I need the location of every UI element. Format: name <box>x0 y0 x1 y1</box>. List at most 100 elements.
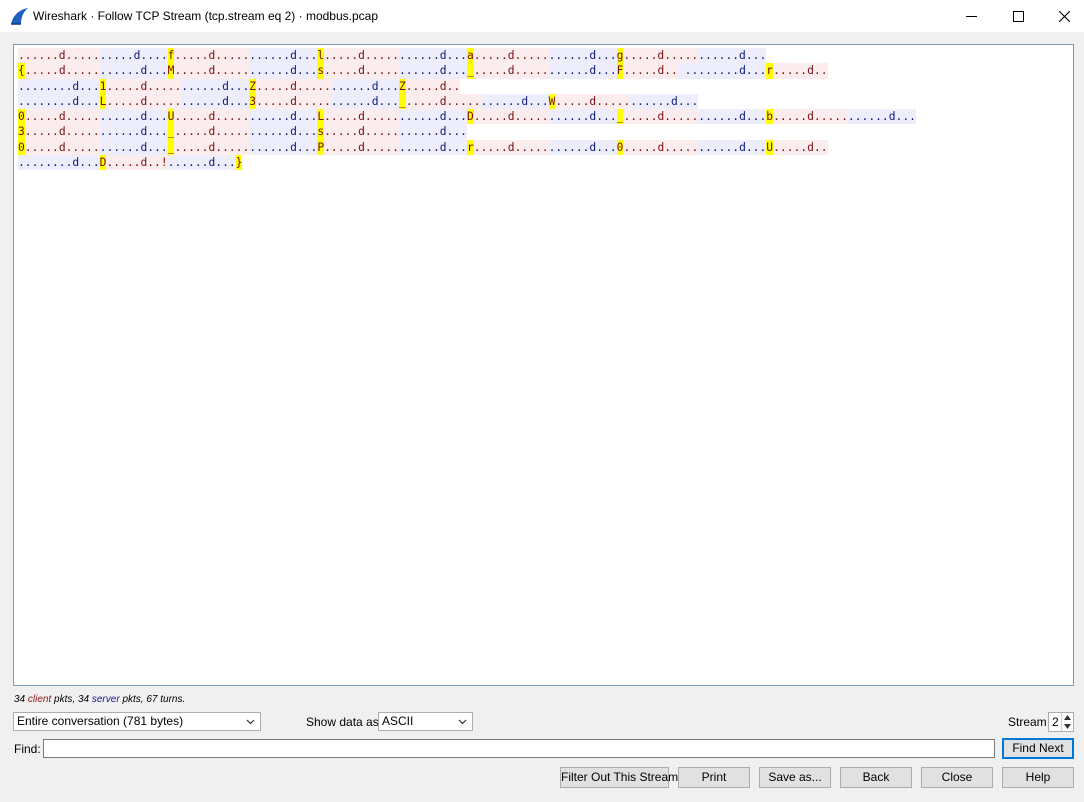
flag-char: g <box>616 48 624 64</box>
server-segment: ........d... <box>677 63 767 79</box>
client-segment: .....d..... <box>623 109 699 125</box>
client-suffix: pkts, <box>54 694 76 705</box>
client-word: client <box>27 694 52 705</box>
client-segment: .....d..... <box>24 63 100 79</box>
client-segment: ......d..... <box>18 48 100 64</box>
client-segment: .....d..... <box>324 139 399 156</box>
back-button[interactable]: Back <box>840 767 912 788</box>
flag-char: 0 <box>18 139 25 156</box>
client-segment: .....d..... <box>174 139 250 156</box>
chevron-down-icon <box>246 719 255 725</box>
stream-text: ......d..........d....f.....d...........… <box>18 48 916 171</box>
server-segment: ......d... <box>249 63 318 79</box>
client-segment: .....d..... <box>174 63 250 79</box>
wireshark-fin-icon <box>11 8 28 25</box>
flag-char: { <box>18 63 25 79</box>
server-segment: ......d... <box>847 109 916 125</box>
flag-char: a <box>466 48 474 64</box>
print-button[interactable]: Print <box>678 767 750 788</box>
conversation-select-value: Entire conversation (781 bytes) <box>17 714 184 728</box>
client-segment: .....d..... <box>473 139 549 156</box>
server-segment: ......d... <box>548 109 617 125</box>
stream-line: 0.....d...........d...U.....d...........… <box>18 109 916 125</box>
server-segment: ......d... <box>330 93 399 110</box>
server-count: 34 <box>77 694 90 705</box>
server-segment: ......d... <box>480 93 549 110</box>
server-segment: ......d... <box>99 63 168 79</box>
server-segment: ......d... <box>398 139 467 156</box>
minimize-button[interactable] <box>948 0 994 32</box>
flag-char: 0 <box>18 109 25 125</box>
flag-char: D <box>99 155 107 171</box>
flag-char: L <box>99 93 107 110</box>
client-segment: .....d..... <box>324 48 399 64</box>
server-segment: ......d... <box>249 48 318 64</box>
show-data-select-value: ASCII <box>382 714 414 728</box>
flag-char: L <box>317 109 325 125</box>
flag-char: _ <box>398 93 406 110</box>
client-segment: .....d..... <box>24 139 100 156</box>
flag-char: f <box>167 48 175 64</box>
conversation-select[interactable]: Entire conversation (781 bytes) <box>13 712 261 731</box>
help-button[interactable]: Help <box>1002 767 1074 788</box>
maximize-icon <box>1012 10 1024 22</box>
flag-char: D <box>466 109 474 125</box>
stream-spinbox[interactable]: 2 <box>1048 712 1074 732</box>
server-segment: ......d... <box>398 109 467 125</box>
server-segment: ......d... <box>548 139 617 156</box>
server-segment: ......d... <box>548 63 617 79</box>
server-segment: ......d... <box>181 78 250 94</box>
client-segment: .....d.. <box>405 78 461 94</box>
stream-line: 0.....d...........d..._.....d...........… <box>18 139 916 156</box>
flag-char: r <box>466 139 474 156</box>
flag-char: W <box>548 93 556 110</box>
maximize-button[interactable] <box>995 0 1041 32</box>
client-segment: .....d..... <box>555 93 631 110</box>
filter-out-stream-button[interactable]: Filter Out This Stream <box>560 767 678 788</box>
stream-line: ........d...D.....d..!......d...} <box>18 155 916 171</box>
stream-content-area[interactable]: ......d..........d....f.....d...........… <box>13 44 1074 686</box>
find-input[interactable] <box>43 739 995 758</box>
server-word: server <box>91 694 120 705</box>
server-segment: ......d... <box>398 63 467 79</box>
show-data-select[interactable]: ASCII <box>378 712 473 731</box>
client-segment: .....d..... <box>174 48 250 64</box>
server-segment: ......d... <box>99 124 168 140</box>
spin-arrows[interactable] <box>1061 713 1073 731</box>
client-segment: .....d..... <box>174 109 250 125</box>
server-segment: ......d... <box>249 139 318 156</box>
flag-char: U <box>766 139 774 156</box>
save-as-button[interactable]: Save as... <box>759 767 831 788</box>
close-button[interactable]: Close <box>921 767 993 788</box>
client-segment: .....d..! <box>106 155 168 171</box>
flag-char: F <box>616 63 624 79</box>
server-segment: ......d... <box>167 155 236 171</box>
flag-char: M <box>167 63 175 79</box>
client-segment: .....d..... <box>405 93 481 110</box>
client-segment: .....d..... <box>623 139 699 156</box>
client-segment: .....d..... <box>106 93 182 110</box>
spin-up-icon[interactable] <box>1064 715 1071 720</box>
flag-char: b <box>766 109 774 125</box>
client-segment: .....d..... <box>473 109 549 125</box>
window-title: Wireshark · Follow TCP Stream (tcp.strea… <box>33 9 378 23</box>
server-segment: ......d... <box>398 48 467 64</box>
flag-char: 3 <box>249 93 257 110</box>
close-icon <box>1058 10 1070 22</box>
flag-char: 0 <box>616 139 624 156</box>
client-segment: .....d..... <box>324 109 399 125</box>
close-window-button[interactable] <box>1041 0 1084 32</box>
flag-char: l <box>317 48 325 64</box>
client-segment: .....d..... <box>256 78 331 94</box>
server-segment: ......d... <box>249 124 318 140</box>
server-segment: ........d... <box>18 78 100 94</box>
packet-stats: 34 client pkts, 34 server pkts, 67 turns… <box>14 694 185 705</box>
client-segment: .....d..... <box>24 124 100 140</box>
server-segment: ......d... <box>698 109 767 125</box>
spin-down-icon[interactable] <box>1064 724 1071 729</box>
flag-char: s <box>317 63 325 79</box>
server-segment: ......d... <box>181 93 250 110</box>
find-next-button[interactable]: Find Next <box>1002 738 1074 759</box>
show-data-label: Show data as <box>306 715 379 729</box>
flag-char: _ <box>167 124 175 140</box>
